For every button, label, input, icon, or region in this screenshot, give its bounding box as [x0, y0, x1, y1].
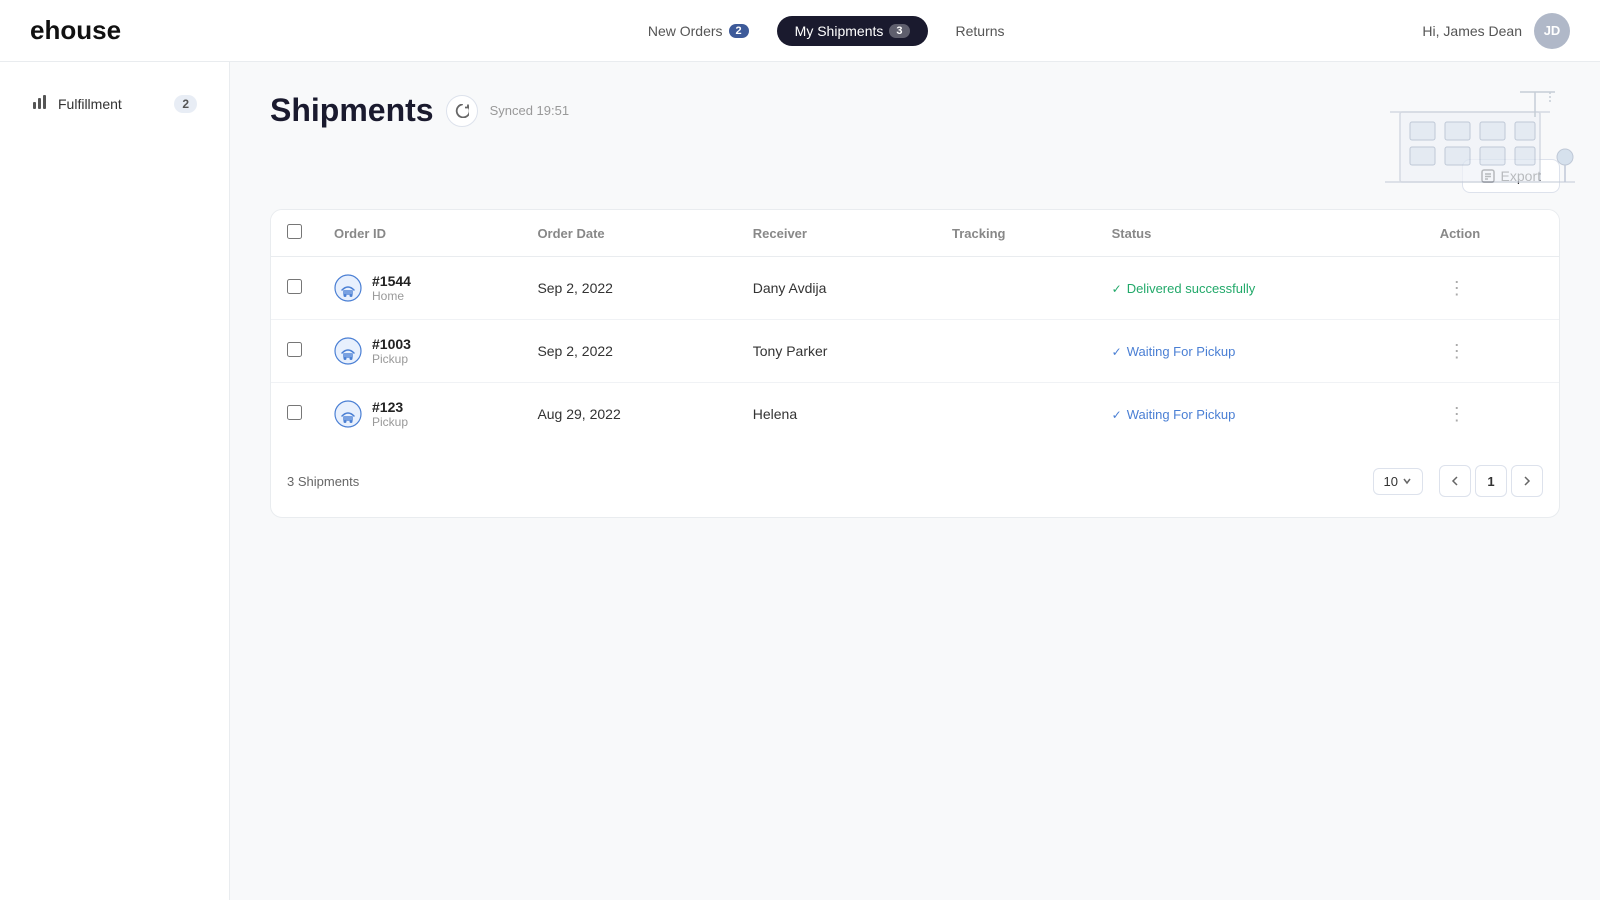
order-date: Aug 29, 2022 — [521, 383, 736, 446]
chevron-right-icon — [1523, 476, 1531, 486]
nav-new-orders-label: New Orders — [648, 23, 723, 39]
status-text: Waiting For Pickup — [1127, 344, 1236, 359]
table-row: #1544 Home Sep 2, 2022Dany Avdija ✓ Deli… — [271, 257, 1559, 320]
sidebar-badge: 2 — [174, 95, 197, 113]
order-info: #1544 Home — [372, 273, 411, 303]
nav-returns-label: Returns — [956, 23, 1005, 39]
order-info: #123 Pickup — [372, 399, 408, 429]
table-header-row: Order ID Order Date Receiver Tracking St… — [271, 210, 1559, 257]
toolbar: Export — [270, 159, 1560, 193]
order-id: #1003 — [372, 336, 411, 352]
nav-right: Hi, James Dean JD — [1422, 13, 1570, 49]
order-id: #123 — [372, 399, 408, 415]
table-row: #1003 Pickup Sep 2, 2022Tony Parker ✓ Wa… — [271, 320, 1559, 383]
greeting-text: Hi, James Dean — [1422, 23, 1522, 39]
chevron-down-icon — [1402, 476, 1412, 486]
nav-my-shipments[interactable]: My Shipments 3 — [777, 16, 928, 46]
order-type: Pickup — [372, 415, 408, 429]
nav-my-shipments-label: My Shipments — [795, 23, 884, 39]
top-navigation: ehouse New Orders 2 My Shipments 3 Retur… — [0, 0, 1600, 62]
page-navigation: 1 — [1439, 465, 1543, 497]
status-badge: ✓ Waiting For Pickup — [1112, 407, 1236, 422]
col-action: Action — [1424, 210, 1559, 257]
col-status: Status — [1096, 210, 1424, 257]
shipment-count: 3 Shipments — [287, 474, 359, 489]
order-id: #1544 — [372, 273, 411, 289]
sidebar-item-fulfillment[interactable]: Fulfillment 2 — [12, 84, 217, 123]
col-tracking: Tracking — [936, 210, 1096, 257]
current-page: 1 — [1475, 465, 1507, 497]
per-page-value: 10 — [1384, 474, 1398, 489]
sidebar-item-label: Fulfillment — [58, 96, 122, 112]
order-cell: #1544 Home — [334, 273, 505, 303]
order-cell: #123 Pickup — [334, 399, 505, 429]
order-type: Pickup — [372, 352, 411, 366]
sync-label: Synced 19:51 — [490, 103, 570, 118]
chevron-left-icon — [1451, 476, 1459, 486]
order-date: Sep 2, 2022 — [521, 257, 736, 320]
col-order-id: Order ID — [318, 210, 521, 257]
nav-center: New Orders 2 My Shipments 3 Returns — [230, 16, 1422, 46]
page-header: Shipments Synced 19:51 — [270, 92, 1560, 129]
row-action-button[interactable]: ⋮ — [1440, 337, 1474, 366]
page-title: Shipments — [270, 92, 434, 129]
tracking-number — [936, 257, 1096, 320]
delivery-icon — [334, 400, 362, 428]
avatar[interactable]: JD — [1534, 13, 1570, 49]
nav-returns[interactable]: Returns — [938, 16, 1023, 46]
nav-new-orders[interactable]: New Orders 2 — [630, 16, 767, 46]
status-badge: ✓ Delivered successfully — [1112, 281, 1256, 296]
order-cell: #1003 Pickup — [334, 336, 505, 366]
refresh-button[interactable] — [446, 95, 478, 127]
next-page-button[interactable] — [1511, 465, 1543, 497]
sidebar: Fulfillment 2 — [0, 0, 230, 900]
order-info: #1003 Pickup — [372, 336, 411, 366]
status-text: Waiting For Pickup — [1127, 407, 1236, 422]
shipments-table: Order ID Order Date Receiver Tracking St… — [270, 209, 1560, 518]
check-icon: ✓ — [1112, 408, 1122, 422]
tracking-number — [936, 383, 1096, 446]
order-date: Sep 2, 2022 — [521, 320, 736, 383]
warehouse-illustration — [1380, 82, 1580, 192]
select-all-checkbox[interactable] — [287, 224, 302, 239]
status-text: Delivered successfully — [1127, 281, 1256, 296]
logo: ehouse — [30, 15, 230, 46]
order-type: Home — [372, 289, 411, 303]
check-icon: ✓ — [1112, 282, 1122, 296]
tracking-number — [936, 320, 1096, 383]
bar-chart-icon — [32, 94, 48, 113]
row-checkbox[interactable] — [287, 342, 302, 357]
status-badge: ✓ Waiting For Pickup — [1112, 344, 1236, 359]
per-page-select[interactable]: 10 — [1373, 468, 1423, 495]
pagination-row: 3 Shipments 10 1 — [271, 445, 1559, 517]
row-checkbox[interactable] — [287, 279, 302, 294]
nav-new-orders-count: 2 — [729, 24, 749, 38]
delivery-icon — [334, 274, 362, 302]
col-order-date: Order Date — [521, 210, 736, 257]
receiver-name: Dany Avdija — [737, 257, 936, 320]
row-action-button[interactable]: ⋮ — [1440, 274, 1474, 303]
prev-page-button[interactable] — [1439, 465, 1471, 497]
nav-my-shipments-count: 3 — [889, 24, 909, 38]
table-row: #123 Pickup Aug 29, 2022Helena ✓ Waiting… — [271, 383, 1559, 446]
delivery-icon — [334, 337, 362, 365]
receiver-name: Helena — [737, 383, 936, 446]
main-content: Shipments Synced 19:51 Export — [230, 62, 1600, 900]
receiver-name: Tony Parker — [737, 320, 936, 383]
check-icon: ✓ — [1112, 345, 1122, 359]
row-checkbox[interactable] — [287, 405, 302, 420]
col-receiver: Receiver — [737, 210, 936, 257]
row-action-button[interactable]: ⋮ — [1440, 400, 1474, 429]
